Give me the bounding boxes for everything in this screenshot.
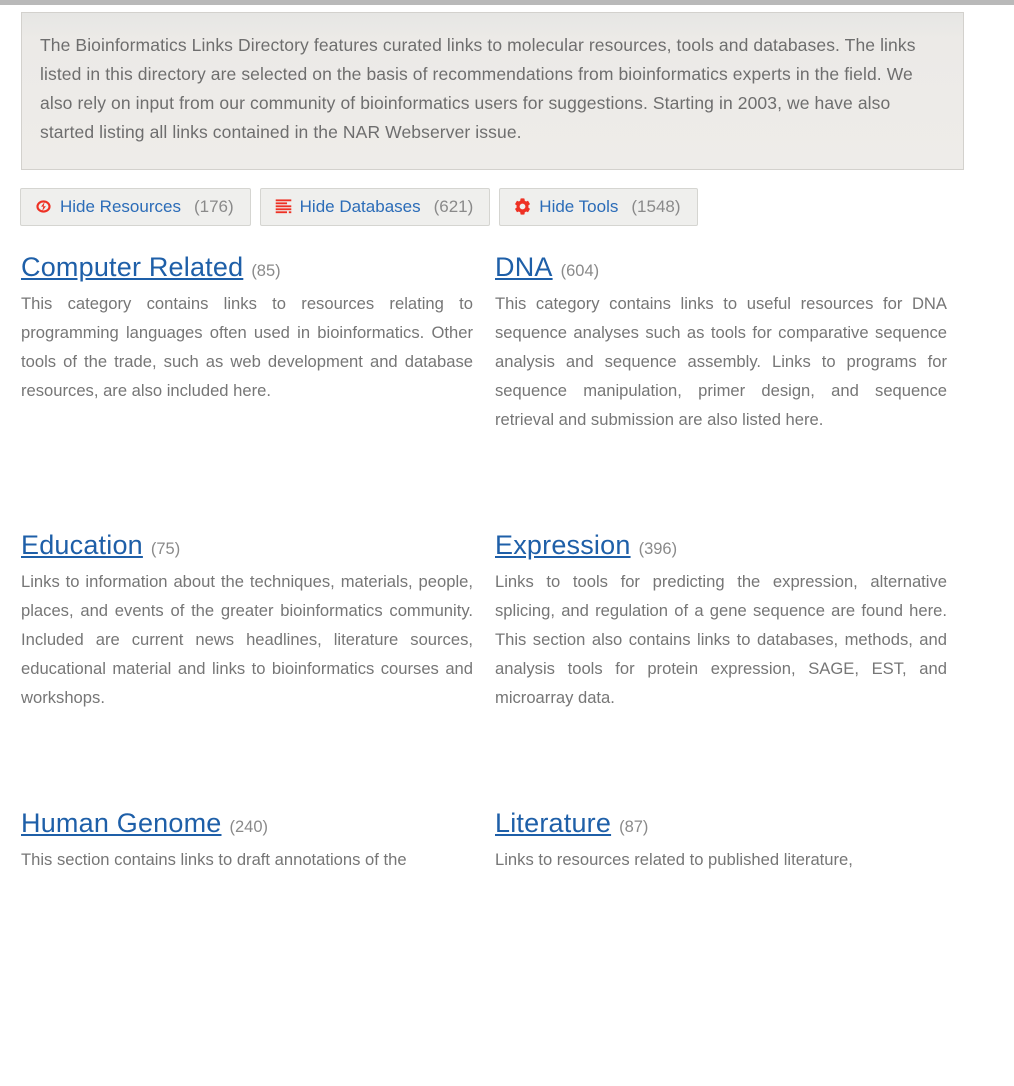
category-count: (87) <box>619 818 649 836</box>
category-description: Links to resources related to published … <box>495 850 853 870</box>
category-card: DNA (604) This category contains links to… <box>495 252 947 530</box>
hide-tools-button[interactable]: Hide Tools (1548) <box>499 188 698 226</box>
category-count: (240) <box>229 818 269 836</box>
category-count: (396) <box>638 540 678 558</box>
category-title-link[interactable]: Expression <box>495 530 631 560</box>
category-description: This category contains links to resource… <box>21 294 473 401</box>
intro-box: The Bioinformatics Links Directory featu… <box>21 12 964 170</box>
category-heading: Literature (87) <box>495 808 947 839</box>
filter-toolbar: Hide Resources (176) Hide Databases (621… <box>20 188 1014 226</box>
flash-icon <box>35 198 52 215</box>
category-count: (85) <box>251 262 281 280</box>
category-title-link[interactable]: DNA <box>495 252 553 282</box>
hide-databases-count: (621) <box>433 197 474 216</box>
hide-tools-count: (1548) <box>631 197 681 216</box>
category-card: Computer Related (85) This category conta… <box>21 252 473 530</box>
category-heading: Human Genome (240) <box>21 808 473 839</box>
category-card: Human Genome (240) This section contains … <box>21 808 473 1086</box>
category-card: Education (75) Links to information about… <box>21 530 473 808</box>
hide-resources-label: Hide Resources <box>60 197 181 216</box>
page-content: The Bioinformatics Links Directory featu… <box>0 5 1014 1086</box>
category-count: (75) <box>150 540 181 558</box>
category-description: This category contains links to useful r… <box>495 294 947 430</box>
hide-databases-label: Hide Databases <box>299 197 421 216</box>
category-title-link[interactable]: Computer Related <box>21 252 243 282</box>
hide-tools-label: Hide Tools <box>539 197 619 216</box>
category-description: This section contains links to draft ann… <box>21 850 407 870</box>
category-description: Links to tools for predicting the expres… <box>495 572 947 708</box>
hide-resources-count: (176) <box>193 197 234 216</box>
database-list-icon <box>275 198 292 215</box>
hide-resources-button[interactable]: Hide Resources (176) <box>20 188 251 226</box>
category-title-link[interactable]: Human Genome <box>21 808 222 838</box>
hide-databases-button[interactable]: Hide Databases (621) <box>259 188 491 226</box>
category-heading: DNA (604) <box>495 252 947 283</box>
category-heading: Computer Related (85) <box>21 252 473 283</box>
category-count: (604) <box>560 262 600 280</box>
category-description: Links to information about the technique… <box>21 572 473 708</box>
category-title-link[interactable]: Literature <box>495 808 611 838</box>
category-grid: Computer Related (85) This category conta… <box>0 252 1014 1086</box>
gear-icon <box>514 198 531 215</box>
category-title-link[interactable]: Education <box>21 530 143 560</box>
category-heading: Education (75) <box>21 530 473 561</box>
intro-paragraph: The Bioinformatics Links Directory featu… <box>40 35 916 142</box>
category-card: Expression (396) Links to tools for predi… <box>495 530 947 808</box>
category-card: Literature (87) Links to resources relate… <box>495 808 947 1086</box>
category-heading: Expression (396) <box>495 530 947 561</box>
